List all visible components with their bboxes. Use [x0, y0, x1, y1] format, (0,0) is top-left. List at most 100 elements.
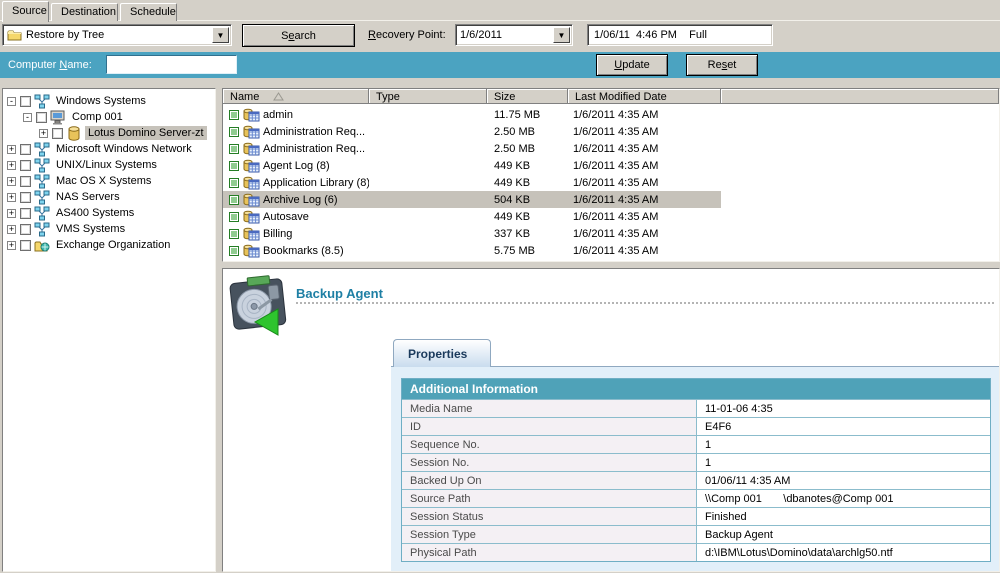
- tree-item[interactable]: +: [3, 125, 215, 141]
- tree-expander-icon[interactable]: +: [7, 209, 16, 218]
- tab-source[interactable]: Source: [2, 1, 49, 22]
- file-list-row[interactable]: Application Library (8) 449 KB 1/6/2011 …: [223, 174, 999, 191]
- database-file-icon: [243, 159, 260, 173]
- reset-button[interactable]: Reset: [686, 54, 758, 76]
- tree-item-label[interactable]: Exchange Organization: [53, 238, 173, 252]
- tree-item[interactable]: +: [3, 237, 215, 253]
- search-button[interactable]: Search: [242, 24, 355, 47]
- file-name[interactable]: Administration Req...: [263, 126, 365, 138]
- row-checkbox[interactable]: [229, 110, 239, 120]
- tree-checkbox[interactable]: [20, 192, 31, 203]
- file-name[interactable]: Administration Req...: [263, 143, 365, 155]
- column-header-last-modified[interactable]: Last Modified Date: [568, 89, 721, 104]
- file-name[interactable]: Autosave: [263, 211, 309, 223]
- tree-expander-icon[interactable]: +: [7, 177, 16, 186]
- file-list-row[interactable]: admin 11.75 MB 1/6/2011 4:35 AM: [223, 106, 999, 123]
- tree-item-label[interactable]: Windows Systems: [53, 94, 149, 108]
- tree-item[interactable]: +: [3, 221, 215, 237]
- column-header-name[interactable]: Name: [223, 89, 369, 104]
- file-name[interactable]: Application Library (8): [263, 177, 369, 189]
- tree-item-icon: [34, 238, 50, 253]
- tree-expander-icon[interactable]: -: [7, 97, 16, 106]
- detail-title-rule: [296, 302, 994, 304]
- recovery-detail-value: 1/06/11 4:46 PM Full: [594, 29, 707, 41]
- tree-checkbox[interactable]: [36, 112, 47, 123]
- tree-item-label[interactable]: Mac OS X Systems: [53, 174, 154, 188]
- file-name[interactable]: Bookmarks (8.5): [263, 245, 344, 257]
- tree-checkbox[interactable]: [20, 96, 31, 107]
- tree-expander-icon[interactable]: +: [7, 145, 16, 154]
- recovery-point-select[interactable]: 1/6/2011 ▼: [455, 24, 573, 46]
- tree-item-label[interactable]: Comp 001: [69, 110, 126, 124]
- file-list-row[interactable]: Administration Req... 2.50 MB 1/6/2011 4…: [223, 140, 999, 157]
- tree-item-label[interactable]: NAS Servers: [53, 190, 123, 204]
- row-checkbox[interactable]: [229, 212, 239, 222]
- tree-expander-icon[interactable]: +: [7, 241, 16, 250]
- file-modified-date: 1/6/2011 4:35 AM: [568, 191, 721, 208]
- file-list-row[interactable]: Archive Log (6) 504 KB 1/6/2011 4:35 AM: [223, 191, 999, 208]
- file-list-row[interactable]: Agent Log (8) 449 KB 1/6/2011 4:35 AM: [223, 157, 999, 174]
- tree-item-label[interactable]: AS400 Systems: [53, 206, 137, 220]
- recovery-point-dropdown-arrow[interactable]: ▼: [553, 27, 570, 43]
- tree-item-label[interactable]: UNIX/Linux Systems: [53, 158, 160, 172]
- row-checkbox[interactable]: [229, 229, 239, 239]
- tree-expander-icon[interactable]: +: [7, 225, 16, 234]
- file-name[interactable]: admin: [263, 109, 293, 121]
- tree-item[interactable]: +: [3, 141, 215, 157]
- tree-item-icon: [34, 158, 50, 173]
- file-list-row[interactable]: Bookmarks (8.5) 5.75 MB 1/6/2011 4:35 AM: [223, 242, 999, 259]
- file-name[interactable]: Agent Log (8): [263, 160, 330, 172]
- tree-checkbox[interactable]: [20, 176, 31, 187]
- tab-source-label: Source: [12, 5, 47, 17]
- file-list-row[interactable]: Billing 337 KB 1/6/2011 4:35 AM: [223, 225, 999, 242]
- tree-item-label[interactable]: VMS Systems: [53, 222, 128, 236]
- row-checkbox[interactable]: [229, 195, 239, 205]
- systems-tree: -: [3, 89, 215, 253]
- file-name[interactable]: Billing: [263, 228, 292, 240]
- tree-checkbox[interactable]: [20, 240, 31, 251]
- tree-checkbox[interactable]: [20, 208, 31, 219]
- tree-checkbox[interactable]: [20, 144, 31, 155]
- file-list-row[interactable]: Autosave 449 KB 1/6/2011 4:35 AM: [223, 208, 999, 225]
- tree-item[interactable]: +: [3, 157, 215, 173]
- tree-expander-icon[interactable]: +: [7, 193, 16, 202]
- file-type: [369, 242, 487, 259]
- file-size: 449 KB: [487, 174, 568, 191]
- row-checkbox[interactable]: [229, 178, 239, 188]
- file-name[interactable]: Archive Log (6): [263, 194, 338, 206]
- tab-destination[interactable]: Destination: [51, 3, 118, 21]
- update-button[interactable]: Update: [596, 54, 668, 76]
- file-modified-date: 1/6/2011 4:35 AM: [568, 157, 721, 174]
- restore-mode-select[interactable]: Restore by Tree ▼: [2, 24, 232, 46]
- row-checkbox[interactable]: [229, 127, 239, 137]
- tree-expander-icon[interactable]: +: [7, 161, 16, 170]
- row-checkbox[interactable]: [229, 161, 239, 171]
- tab-destination-label: Destination: [61, 6, 116, 18]
- tree-item[interactable]: +: [3, 205, 215, 221]
- tree-item[interactable]: +: [3, 173, 215, 189]
- tab-properties[interactable]: Properties: [393, 339, 491, 367]
- computer-name-input[interactable]: [106, 55, 237, 74]
- tree-expander-icon[interactable]: -: [23, 113, 32, 122]
- database-file-icon: [243, 142, 260, 156]
- column-header-type[interactable]: Type: [369, 89, 487, 104]
- property-row: Session No. 1: [402, 453, 990, 471]
- row-checkbox[interactable]: [229, 246, 239, 256]
- tree-item[interactable]: -: [3, 93, 215, 109]
- row-checkbox[interactable]: [229, 144, 239, 154]
- tree-item-label[interactable]: Microsoft Windows Network: [53, 142, 195, 156]
- tree-item[interactable]: -: [3, 109, 215, 125]
- tree-expander-icon[interactable]: +: [39, 129, 48, 138]
- tree-checkbox[interactable]: [52, 128, 63, 139]
- tree-item-label[interactable]: Lotus Domino Server-zt: [85, 126, 207, 140]
- tab-schedule[interactable]: Schedule: [120, 3, 177, 21]
- tree-checkbox[interactable]: [20, 224, 31, 235]
- file-modified-date: 1/6/2011 4:35 AM: [568, 242, 721, 259]
- file-modified-date: 1/6/2011 4:35 AM: [568, 174, 721, 191]
- file-list-row[interactable]: Administration Req... 2.50 MB 1/6/2011 4…: [223, 123, 999, 140]
- restore-mode-dropdown-arrow[interactable]: ▼: [212, 27, 229, 43]
- tree-checkbox[interactable]: [20, 160, 31, 171]
- column-header-size[interactable]: Size: [487, 89, 568, 104]
- tree-item[interactable]: +: [3, 189, 215, 205]
- recovery-detail-field[interactable]: 1/06/11 4:46 PM Full: [587, 24, 773, 46]
